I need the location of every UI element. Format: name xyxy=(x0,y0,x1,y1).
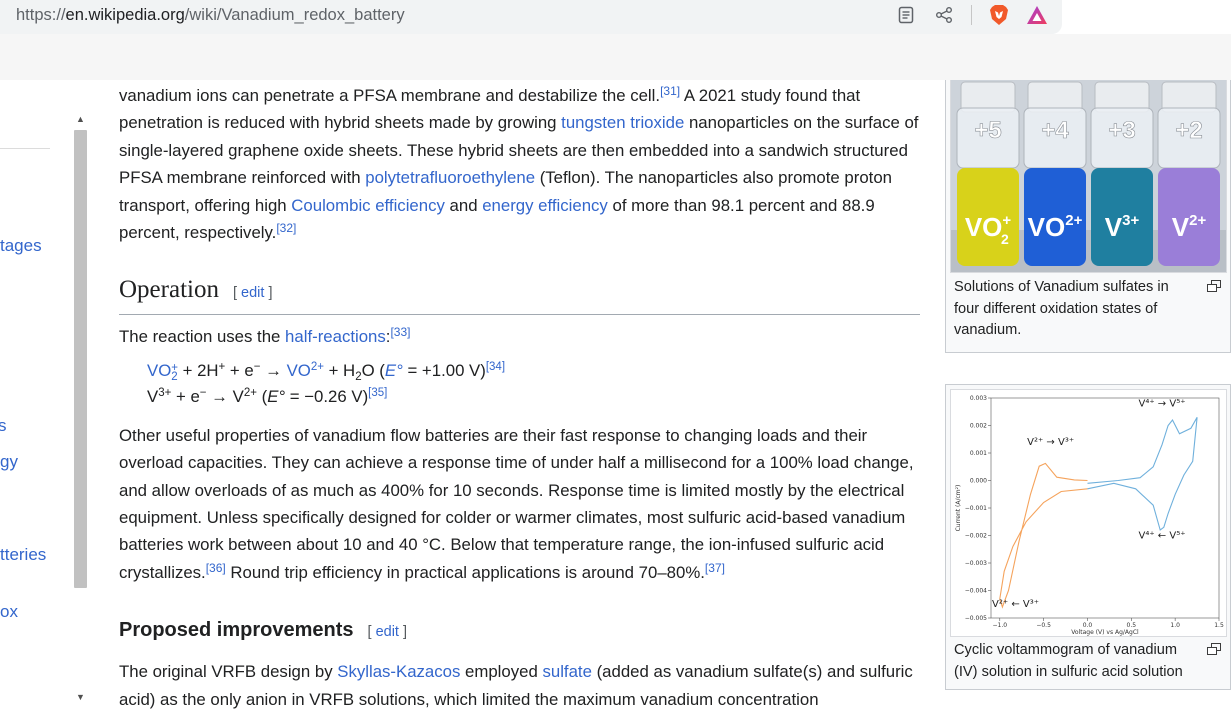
voltammogram-image[interactable]: 0.003 0.002 0.001 0.000 −0.001 −0.002 −0.003 −0… xyxy=(950,389,1227,637)
vial: +4VO2+ xyxy=(1023,81,1087,266)
voltammogram-plot: 0.003 0.002 0.001 0.000 −0.001 −0.002 −0.003 −0… xyxy=(955,395,1224,636)
link-sulfate[interactable]: sulfate xyxy=(542,662,591,681)
toc-item[interactable]: tages xyxy=(0,236,42,256)
scroll-down-arrow-icon[interactable]: ▼ xyxy=(76,692,85,702)
citation-link[interactable]: [33] xyxy=(390,325,410,339)
vial: +5VO+2 xyxy=(956,81,1020,266)
reader-mode-icon[interactable] xyxy=(895,4,917,26)
toc-divider xyxy=(0,148,50,149)
citation-link[interactable]: [36] xyxy=(206,561,226,575)
toc-item[interactable]: tteries xyxy=(0,545,46,565)
y-tick-label: 0.002 xyxy=(970,423,987,430)
edit-section: [ edit ] xyxy=(232,285,273,302)
vials-image: +5VO+2+4VO2++3V3++2V2+ xyxy=(951,80,1226,272)
x-tick-label: 0.0 xyxy=(1083,622,1093,629)
vial: +3V3+ xyxy=(1090,81,1154,266)
figure-caption: Cyclic voltammogram of vanadium (IV) sol… xyxy=(954,642,1183,680)
edit-section: [ edit ] xyxy=(367,624,408,641)
toc-scrollbar[interactable]: ▲ ▼ xyxy=(72,112,89,708)
y-tick-label: −0.002 xyxy=(965,533,987,540)
x-tick-label: −0.5 xyxy=(1036,622,1051,629)
brave-rewards-icon[interactable] xyxy=(1026,4,1048,26)
edit-link[interactable]: edit xyxy=(376,624,399,640)
link-half-reactions[interactable]: half-reactions xyxy=(285,327,386,346)
citation-link[interactable]: [35] xyxy=(368,387,387,399)
article-content: vanadium ions can penetrate a PFSA membr… xyxy=(119,80,920,709)
page-toolbar-strip xyxy=(0,34,1231,80)
section-heading-operation: Operation[ edit ] xyxy=(119,275,920,316)
url-prefix: https:// xyxy=(16,6,66,24)
figure-vanadium-solutions: +5 VO+ 2 +4 VO2+ +3 V3+ +2 V2+ Solutions of Vana… xyxy=(945,80,1231,353)
half-reaction-1: VO +2 + 2H+ + e− → VO2+ + H2O (E° = +1.00… xyxy=(147,360,506,383)
y-tick-label: 0.000 xyxy=(970,478,987,485)
cv-annotation: V²⁺ → V³⁺ xyxy=(1027,437,1074,448)
address-bar[interactable]: https://en.wikipedia.org/wiki/Vanadium_r… xyxy=(0,0,1062,34)
toc-item[interactable]: s xyxy=(0,416,7,436)
x-tick-label: 1.0 xyxy=(1170,622,1180,629)
operation-paragraph: Other useful properties of vanadium flow… xyxy=(119,425,914,582)
enlarge-icon[interactable] xyxy=(1207,642,1221,655)
link-tungsten-trioxide[interactable]: tungsten trioxide xyxy=(561,113,684,132)
figure-caption: Solutions of Vanadium sulfates in four d… xyxy=(954,279,1169,338)
improvements-paragraph: The original VRFB design by Skyllas-Kaza… xyxy=(119,662,913,709)
intro-paragraph: vanadium ions can penetrate a PFSA membr… xyxy=(119,84,919,243)
x-tick-label: 0.5 xyxy=(1127,622,1137,629)
toc-item[interactable]: ox xyxy=(0,602,18,622)
link-vo2-ion[interactable]: VO2+ xyxy=(287,361,324,380)
x-tick-label: 1.5 xyxy=(1214,622,1224,629)
link-vo2-plus[interactable]: VO +2 xyxy=(147,361,178,383)
oxidation-state-label: +3 xyxy=(1108,117,1135,144)
citation-link[interactable]: [34] xyxy=(486,361,505,373)
edit-link[interactable]: edit xyxy=(241,285,264,301)
citation-link[interactable]: [37] xyxy=(705,561,725,575)
vials-photo[interactable]: +5 VO+ 2 +4 VO2+ +3 V3+ +2 V2+ xyxy=(950,80,1227,273)
x-tick-label: −1.0 xyxy=(992,622,1007,629)
url-path: /wiki/Vanadium_redox_battery xyxy=(184,6,405,24)
oxidation-state-label: +4 xyxy=(1041,117,1069,144)
enlarge-icon[interactable] xyxy=(1207,279,1221,292)
x-axis-label: Voltage (V) vs Ag/AgCl xyxy=(1071,629,1139,636)
toc-item[interactable]: gy xyxy=(0,452,18,472)
half-reaction-2: V3+ + e− → V2+ (E° = −0.26 V)[35] xyxy=(147,386,388,406)
figure-cyclic-voltammogram: 0.003 0.002 0.001 0.000 −0.001 −0.002 −0.003 −0… xyxy=(945,384,1231,690)
link-coulombic-efficiency[interactable]: Coulombic efficiency xyxy=(291,196,445,215)
brave-shields-icon[interactable] xyxy=(988,4,1010,26)
cv-annotation: V²⁺ ← V³⁺ xyxy=(992,599,1039,610)
url-text[interactable]: https://en.wikipedia.org/wiki/Vanadium_r… xyxy=(16,6,405,25)
y-tick-label: −0.004 xyxy=(965,588,987,595)
toolbar-divider xyxy=(971,5,972,25)
scroll-up-arrow-icon[interactable]: ▲ xyxy=(76,114,85,124)
operation-lead: The reaction uses the half-reactions:[33… xyxy=(119,325,411,347)
y-tick-label: −0.003 xyxy=(965,560,987,567)
y-tick-label: −0.005 xyxy=(965,615,987,622)
cv-annotation: V⁴⁺ → V⁵⁺ xyxy=(1139,398,1186,409)
url-host: en.wikipedia.org xyxy=(65,6,185,24)
oxidation-state-label: +2 xyxy=(1175,117,1202,144)
link-polytetrafluoroethylene[interactable]: polytetrafluoroethylene xyxy=(365,168,535,187)
y-tick-label: 0.003 xyxy=(970,395,987,402)
citation-link[interactable]: [32] xyxy=(276,221,296,235)
cv-annotation: V⁴⁺ ← V⁵⁺ xyxy=(1139,530,1186,541)
scrollbar-thumb[interactable] xyxy=(74,130,87,588)
y-tick-label: 0.001 xyxy=(970,450,987,457)
citation-link[interactable]: [31] xyxy=(660,84,680,98)
link-standard-potential[interactable]: E° xyxy=(385,361,403,380)
link-skyllas-kazacos[interactable]: Skyllas-Kazacos xyxy=(337,662,460,681)
y-axis-label: Current (A/cm²) xyxy=(955,485,962,532)
section-heading-proposed-improvements: Proposed improvements[ edit ] xyxy=(119,619,408,642)
y-tick-label: −0.001 xyxy=(965,505,987,512)
ion-subscript: 2 xyxy=(1001,231,1009,247)
link-energy-efficiency[interactable]: energy efficiency xyxy=(482,196,608,215)
share-icon[interactable] xyxy=(933,4,955,26)
oxidation-state-label: +5 xyxy=(974,117,1001,144)
vial: +2V2+ xyxy=(1157,81,1221,266)
